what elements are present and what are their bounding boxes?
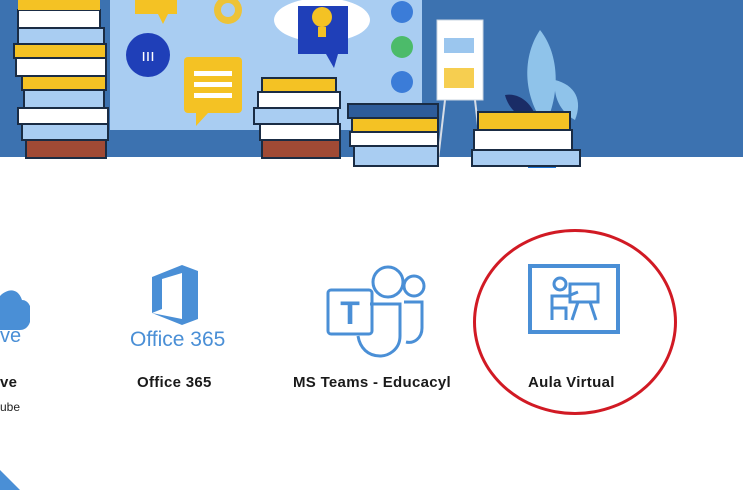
app-ms-teams[interactable]: T MS Teams - Educacyl [290, 262, 460, 402]
header-banner: ııı [0, 0, 743, 168]
office-logo-text: Office 365 [130, 328, 226, 351]
app-name-ms-teams: MS Teams - Educacyl [293, 374, 451, 391]
book-stack-left [13, 0, 109, 159]
banner-illustration: ııı [13, 0, 581, 168]
app-drive[interactable]: ve ve ube [0, 270, 60, 420]
app-office365[interactable]: Office 365 Office 365 [120, 262, 240, 402]
highlight-circle [473, 229, 677, 415]
app-name-office365: Office 365 [137, 374, 212, 391]
app-name-drive: ve [0, 374, 18, 391]
book-stack-right [471, 111, 581, 167]
svg-text:ııı: ııı [141, 46, 154, 65]
app-subtitle-drive: ube [0, 400, 21, 414]
partial-shape [0, 470, 20, 490]
drive-logo-text: ve [0, 325, 22, 347]
teams-icon: T [326, 265, 426, 358]
svg-text:T: T [340, 295, 360, 331]
office-icon [152, 265, 198, 325]
